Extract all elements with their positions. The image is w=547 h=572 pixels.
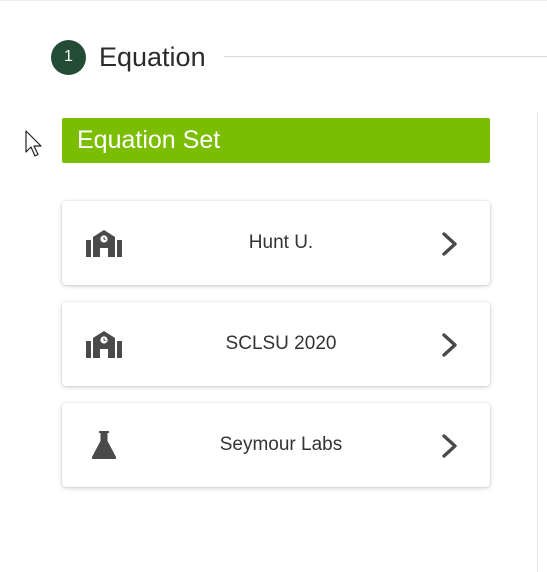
flask-icon [91,431,117,459]
equation-set-card-seymour-labs[interactable]: Seymour Labs [62,403,490,487]
equation-set-card-sclsu-2020[interactable]: SCLSU 2020 [62,302,490,386]
card-label: Hunt U. [248,232,314,253]
card-label: Seymour Labs [219,434,343,455]
chevron-right-icon [442,232,457,256]
right-divider [537,112,538,572]
section-header: Equation Set [62,118,490,163]
chevron-right-icon [442,434,457,458]
equation-set-card-hunt-u[interactable]: Hunt U. [62,201,490,285]
top-divider [0,0,547,1]
card-label: SCLSU 2020 [225,333,337,354]
school-icon [86,230,122,257]
section-title: Equation Set [77,126,221,154]
school-icon [86,331,122,358]
chevron-right-icon [442,333,457,357]
step-header: 1 Equation [51,38,206,76]
step-title: Equation [99,41,206,72]
mouse-cursor-icon [25,130,42,157]
step-number-badge: 1 [51,39,86,75]
step-header-divider [224,56,547,57]
equation-panel: 1 Equation Equation Set Hunt U. SCLSU 20… [0,0,547,572]
